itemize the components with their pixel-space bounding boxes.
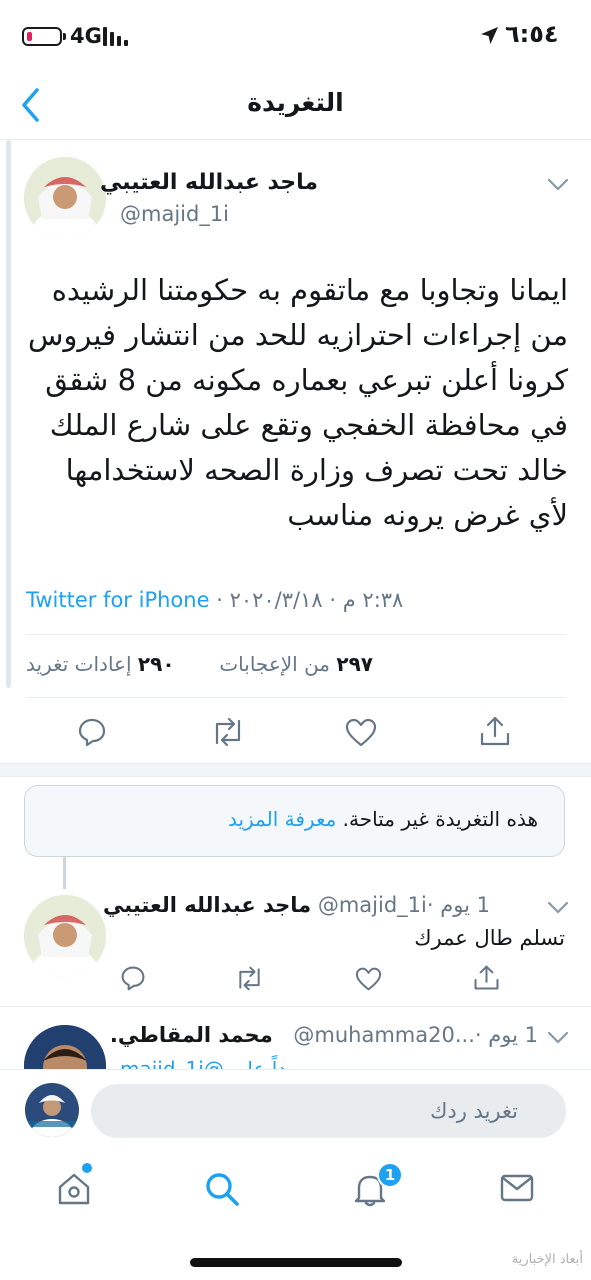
tweet-line: من إجراءات احترازيه للحد من انتشار فيروس [28,318,568,352]
reply-icon[interactable] [120,965,146,991]
chevron-down-icon[interactable] [547,901,569,915]
status-bar: 4G ٦:٥٤ [0,0,591,70]
source-link[interactable]: Twitter for iPhone [26,588,210,612]
reply-author-avatar[interactable] [24,1025,106,1069]
divider [26,634,566,635]
tweet-meta: Twitter for iPhone · ٢٠٢٠/٣/١٨ · ٢:٣٨ م [26,588,403,612]
learn-more-link[interactable]: معرفة المزيد [228,807,336,831]
page-title: التغريدة [247,88,344,117]
home-new-dot [82,1163,92,1173]
thread-line [63,857,66,889]
meta-separator: · [216,588,223,612]
reply-compose-bar: تغريد ردك [0,1069,591,1153]
network-type: 4G [70,24,102,48]
share-icon[interactable] [479,715,511,747]
likes-stat[interactable]: ٢٩٧ من الإعجابات [219,652,373,676]
notice-text: هذه التغريدة غير متاحة. [342,807,538,831]
share-icon[interactable] [473,964,500,991]
messages-envelope-icon[interactable] [500,1173,534,1203]
top-nav-bar: التغريدة [0,70,591,140]
thread-rule [6,140,11,688]
meta-separator: · [329,588,337,612]
notifications-badge: 1 [377,1162,403,1188]
retweets-stat[interactable]: ٢٩٠ إعادات تغريد [26,652,175,676]
meta-separator: · [474,1023,482,1047]
tweet-time: ٢:٣٨ م [342,588,404,612]
battery-icon [22,27,62,46]
reply-tweet[interactable]: 1 يوم ·@muhamma20... محمد المقاطي. رداً … [0,1007,591,1069]
tweet-line: ايمانا وتجاوبا مع ماتقوم به حكومتنا الرش… [51,273,568,307]
retweets-count: ٢٩٠ [137,652,175,676]
battery-tip [63,33,66,40]
tweet-date: ٢٠٢٠/٣/١٨ [229,588,323,612]
search-icon[interactable] [204,1171,240,1207]
tweet-line: في محافظة الخفجي وتقع على شارع الملك [49,408,568,442]
current-user-avatar[interactable] [25,1083,79,1137]
reply-header: 1 يوم ·@muhamma20... محمد المقاطي. [110,1023,538,1047]
tweet-text: ايمانا وتجاوبا مع ماتقوم به حكومتنا الرش… [28,268,568,538]
reply-icon[interactable] [77,717,107,747]
meta-separator: · [426,893,434,917]
reply-author-name: محمد المقاطي. [109,1023,273,1047]
reply-partial-text: رداً على @majid_1i [120,1057,296,1069]
tweet-line: كرونا أعلن تبرعي بعماره مكونه من 8 شقق [45,363,568,397]
home-indicator [190,1258,402,1267]
reply-time: 1 يوم [488,1023,538,1047]
divider [26,697,566,698]
home-icon[interactable] [56,1171,92,1207]
section-divider [0,763,591,777]
reply-text: تسلم طال عمرك [414,926,565,950]
status-time: ٦:٥٤ [505,20,559,48]
author-handle[interactable]: @majid_1i [120,202,229,226]
signal-bars-icon [103,27,129,46]
tweet-unavailable-notice: هذه التغريدة غير متاحة. معرفة المزيد [24,785,565,857]
reply-author-name: ماجد عبدالله العتيبي [103,893,312,917]
likes-count: ٢٩٧ [336,652,373,676]
retweet-icon[interactable] [234,966,265,991]
chevron-down-icon[interactable] [547,1031,569,1045]
author-name[interactable]: ماجد عبدالله العتيبي [100,170,318,195]
author-avatar[interactable] [24,157,106,239]
likes-label: من الإعجابات [219,652,331,676]
reply-author-handle: @muhamma20... [293,1023,475,1047]
watermark: أبعاد الإخبارية [511,1252,583,1267]
like-heart-icon[interactable] [355,967,382,991]
reply-author-avatar[interactable] [24,895,106,977]
reply-placeholder: تغريد ردك [430,1099,518,1123]
location-arrow-icon [480,26,499,45]
retweets-label: إعادات تغريد [26,652,132,676]
reply-author-handle: @majid_1i [317,893,427,917]
retweet-icon[interactable] [210,717,246,747]
chevron-down-icon[interactable] [547,178,569,192]
reply-time: 1 يوم [440,893,490,917]
like-heart-icon[interactable] [345,718,377,747]
tweet-line: لأي غرض يرونه مناسب [287,498,568,532]
reply-header: 1 يوم ·@majid_1i ماجد عبدالله العتيبي [103,893,490,917]
reply-input[interactable]: تغريد ردك [91,1084,566,1138]
tweet-line: خالد تحت تصرف وزارة الصحه لاستخدامها [65,453,568,487]
